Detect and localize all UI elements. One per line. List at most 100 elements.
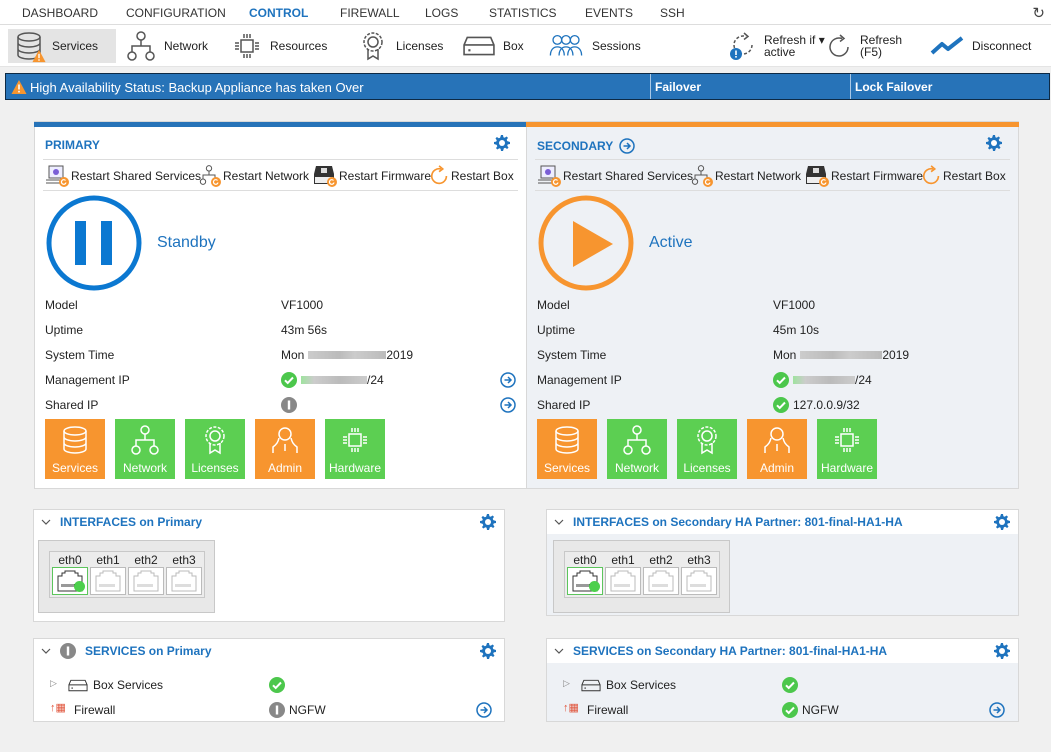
toolbar: Services Network Resources Licenses Box …: [0, 25, 1051, 67]
uptime-label: Uptime: [45, 323, 84, 337]
go-arrow-icon[interactable]: [500, 372, 516, 388]
ethernet-port-icon: [128, 567, 164, 595]
tile-hardware[interactable]: Hardware: [817, 419, 877, 479]
refresh-icon[interactable]: ↻: [1032, 4, 1045, 22]
tile-admin[interactable]: Admin: [747, 419, 807, 479]
go-arrow-icon: [619, 138, 635, 154]
interfaces-secondary-title: INTERFACES on Secondary HA Partner: 801-…: [573, 515, 903, 529]
service-row[interactable]: ▷ Box Services: [34, 675, 504, 695]
chevron-down-icon[interactable]: [553, 516, 565, 528]
port-name: eth0: [58, 553, 82, 567]
license-badge-icon: [358, 31, 388, 61]
service-row[interactable]: ↑▦ Firewall NGFW: [34, 700, 504, 720]
interfaces-primary-box: INTERFACES on Primary eth0 eth1 eth2 eth3: [33, 509, 505, 622]
tab-firewall[interactable]: FIREWALL: [340, 6, 400, 20]
expand-icon: ▷: [50, 678, 57, 688]
interface-port[interactable]: eth1: [90, 554, 126, 595]
box-icon: [463, 35, 495, 57]
box-button[interactable]: Box: [457, 29, 530, 63]
interface-port[interactable]: eth0: [52, 554, 88, 595]
license-badge-icon: [692, 425, 722, 455]
firewall-icon: ↑▦: [563, 702, 579, 714]
management-ip-label: Management IP: [537, 373, 622, 387]
tab-configuration[interactable]: CONFIGURATION: [126, 6, 226, 20]
service-row[interactable]: ▷ Box Services: [547, 675, 1018, 695]
interface-port[interactable]: eth3: [681, 554, 717, 595]
tile-network[interactable]: Network: [607, 419, 667, 479]
service-row[interactable]: ↑▦ Firewall NGFW: [547, 700, 1018, 720]
check-icon: [281, 372, 297, 388]
restart-firmware-button[interactable]: Restart Firmware: [805, 165, 923, 187]
go-arrow-icon[interactable]: [989, 702, 1005, 718]
service-name: Box Services: [93, 678, 164, 692]
port-name: eth0: [573, 553, 597, 567]
service-name: Box Services: [606, 678, 677, 692]
disconnect-icon: [930, 36, 964, 55]
database-icon: [552, 425, 582, 455]
restart-network-button[interactable]: Restart Network: [691, 165, 801, 187]
disconnect-button[interactable]: Disconnect: [924, 29, 1037, 63]
refresh-button[interactable]: Refresh (F5): [822, 29, 908, 63]
restart-shared-services-button[interactable]: Restart Shared Services: [45, 165, 201, 187]
licenses-button[interactable]: Licenses: [352, 29, 449, 63]
tile-network[interactable]: Network: [115, 419, 175, 479]
management-ip-value: /24: [773, 372, 872, 388]
tab-statistics[interactable]: STATISTICS: [489, 6, 557, 20]
restart-shared-services-button[interactable]: Restart Shared Services: [537, 165, 693, 187]
gear-icon[interactable]: [994, 643, 1010, 659]
link-up-indicator: [74, 581, 85, 592]
lock-failover-button[interactable]: Lock Failover: [850, 74, 1049, 99]
system-time-value: Mon 2019: [281, 348, 414, 362]
tile-services[interactable]: Services: [45, 419, 105, 479]
network-button[interactable]: Network: [120, 29, 214, 63]
model-value: VF1000: [281, 298, 324, 312]
tab-dashboard[interactable]: DASHBOARD: [22, 6, 98, 20]
interface-port[interactable]: eth0: [567, 554, 603, 595]
interface-port[interactable]: eth1: [605, 554, 641, 595]
secondary-state: Active: [537, 194, 693, 292]
tile-hardware[interactable]: Hardware: [325, 419, 385, 479]
tab-control[interactable]: CONTROL: [249, 6, 308, 20]
failover-button[interactable]: Failover: [650, 74, 850, 99]
resources-button[interactable]: Resources: [226, 29, 333, 63]
network-icon: [691, 165, 715, 187]
tile-admin[interactable]: Admin: [255, 419, 315, 479]
network-icon: [126, 31, 156, 61]
interface-port[interactable]: eth2: [643, 554, 679, 595]
tile-licenses[interactable]: Licenses: [185, 419, 245, 479]
tab-logs[interactable]: LOGS: [425, 6, 458, 20]
interface-port[interactable]: eth3: [166, 554, 202, 595]
chevron-down-icon[interactable]: [40, 516, 52, 528]
state-label: Standby: [157, 234, 216, 251]
secondary-panel: SECONDARY Restart Shared Services Restar…: [526, 121, 1019, 489]
chevron-down-icon[interactable]: [40, 645, 52, 657]
go-arrow-icon[interactable]: [500, 397, 516, 413]
warning-icon: [11, 79, 27, 95]
sessions-button[interactable]: Sessions: [542, 29, 647, 63]
restart-firmware-button[interactable]: Restart Firmware: [313, 165, 431, 187]
tile-services[interactable]: Services: [537, 419, 597, 479]
tile-licenses[interactable]: Licenses: [677, 419, 737, 479]
restart-network-button[interactable]: Restart Network: [199, 165, 309, 187]
go-arrow-icon[interactable]: [476, 702, 492, 718]
services-button[interactable]: Services: [8, 29, 116, 63]
secondary-color-bar: [526, 122, 1019, 127]
tab-ssh[interactable]: SSH: [660, 6, 685, 20]
ethernet-port-icon: [52, 567, 88, 595]
restart-box-button[interactable]: Restart Box: [921, 165, 1006, 187]
system-time-value: Mon 2019: [773, 348, 910, 362]
interface-port[interactable]: eth2: [128, 554, 164, 595]
restart-box-button[interactable]: Restart Box: [429, 165, 514, 187]
gear-icon[interactable]: [986, 135, 1002, 151]
secondary-title[interactable]: SECONDARY: [537, 138, 635, 154]
refresh-if-active-button[interactable]: Refresh if ▾ active: [724, 29, 831, 63]
gear-icon[interactable]: [480, 514, 496, 530]
gear-icon[interactable]: [480, 643, 496, 659]
gear-icon[interactable]: [994, 514, 1010, 530]
chevron-down-icon[interactable]: [553, 645, 565, 657]
tab-events[interactable]: EVENTS: [585, 6, 633, 20]
top-navigation: DASHBOARD CONFIGURATION CONTROL FIREWALL…: [0, 0, 1051, 25]
database-warning-icon: [14, 31, 44, 61]
secondary-tiles: Services Network Licenses Admin Hardware: [537, 419, 877, 479]
gear-icon[interactable]: [494, 135, 510, 151]
